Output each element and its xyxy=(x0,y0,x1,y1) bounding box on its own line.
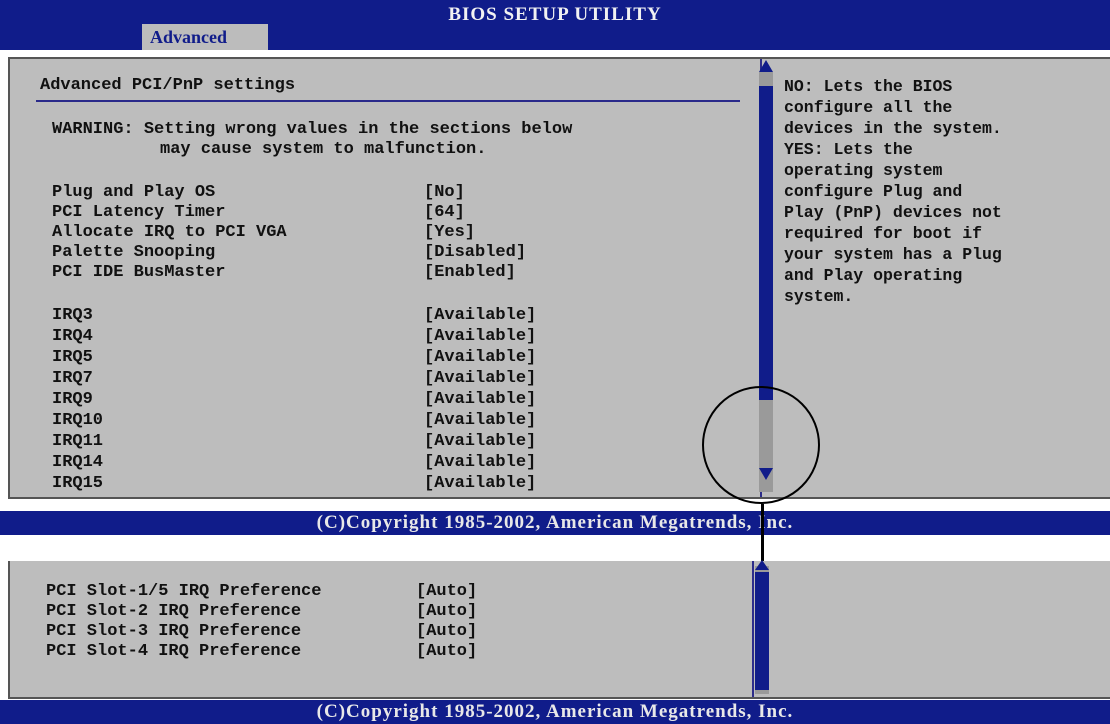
copyright-bar: (C)Copyright 1985-2002, American Megatre… xyxy=(0,511,1110,535)
scrollbar-thumb[interactable] xyxy=(759,86,773,400)
irq-label: IRQ4 xyxy=(52,327,93,346)
setting-row-allocate-irq-vga[interactable]: Allocate IRQ to PCI VGA [Yes] xyxy=(52,223,572,243)
irq-row-irq10[interactable]: IRQ10 [Available] xyxy=(52,411,572,431)
irq-value[interactable]: [Available] xyxy=(424,453,536,473)
slot-pref-value[interactable]: [Auto] xyxy=(416,622,477,642)
setting-label: PCI Latency Timer xyxy=(52,203,226,222)
irq-label: IRQ11 xyxy=(52,432,104,451)
slot-pref-row-4[interactable]: PCI Slot-4 IRQ Preference [Auto] xyxy=(46,642,546,662)
irq-value[interactable]: [Available] xyxy=(424,369,536,389)
irq-label: IRQ5 xyxy=(52,348,93,367)
setting-row-palette-snooping[interactable]: Palette Snooping [Disabled] xyxy=(52,243,572,263)
irq-value[interactable]: [Available] xyxy=(424,390,536,410)
irq-label: IRQ9 xyxy=(52,390,93,409)
irq-row-irq5[interactable]: IRQ5 [Available] xyxy=(52,348,572,368)
tab-advanced[interactable]: Advanced xyxy=(142,24,268,50)
slot-pref-row-2[interactable]: PCI Slot-2 IRQ Preference [Auto] xyxy=(46,602,546,622)
setting-label: Palette Snooping xyxy=(52,243,216,262)
slot-pref-label: PCI Slot-4 IRQ Preference xyxy=(46,642,302,661)
title-bar: BIOS SETUP UTILITY Advanced xyxy=(0,0,1110,50)
irq-row-irq15[interactable]: IRQ15 [Available] xyxy=(52,474,572,494)
irq-label: IRQ14 xyxy=(52,453,104,472)
scroll-up-arrow-icon[interactable] xyxy=(755,560,769,570)
irq-value[interactable]: [Available] xyxy=(424,327,536,347)
irq-row-irq7[interactable]: IRQ7 [Available] xyxy=(52,369,572,389)
irq-label: IRQ7 xyxy=(52,369,93,388)
irq-value[interactable]: [Available] xyxy=(424,306,536,326)
setting-row-pci-latency-timer[interactable]: PCI Latency Timer [64] xyxy=(52,203,572,223)
setting-value[interactable]: [Disabled] xyxy=(424,243,526,263)
irq-value[interactable]: [Available] xyxy=(424,432,536,452)
warning-text-line1: WARNING: Setting wrong values in the sec… xyxy=(52,120,573,139)
setting-label: PCI IDE BusMaster xyxy=(52,263,226,282)
copyright-text: (C)Copyright 1985-2002, American Megatre… xyxy=(316,512,794,533)
irq-label: IRQ10 xyxy=(52,411,104,430)
callout-line xyxy=(761,504,764,564)
irq-row-irq14[interactable]: IRQ14 [Available] xyxy=(52,453,572,473)
setting-value[interactable]: [64] xyxy=(424,203,465,223)
page-title: Advanced PCI/PnP settings xyxy=(40,76,296,95)
heading-divider xyxy=(36,100,740,102)
setting-label: Allocate IRQ to PCI VGA xyxy=(52,223,287,242)
warning-text-line2: may cause system to malfunction. xyxy=(160,140,487,159)
irq-value[interactable]: [Available] xyxy=(424,348,536,368)
setting-label: Plug and Play OS xyxy=(52,183,216,202)
setting-value[interactable]: [No] xyxy=(424,183,465,203)
irq-label: IRQ15 xyxy=(52,474,104,493)
scroll-up-arrow-icon[interactable] xyxy=(759,60,773,72)
app-title: BIOS SETUP UTILITY xyxy=(448,4,662,25)
callout-circle xyxy=(702,386,820,504)
irq-row-irq3[interactable]: IRQ3 [Available] xyxy=(52,306,572,326)
setting-value[interactable]: [Yes] xyxy=(424,223,475,243)
slot-pref-row-3[interactable]: PCI Slot-3 IRQ Preference [Auto] xyxy=(46,622,546,642)
irq-label: IRQ3 xyxy=(52,306,93,325)
irq-row-irq4[interactable]: IRQ4 [Available] xyxy=(52,327,572,347)
scrollbar-thumb[interactable] xyxy=(755,572,769,690)
slot-pref-label: PCI Slot-1/5 IRQ Preference xyxy=(46,582,322,601)
slot-pref-row-1-5[interactable]: PCI Slot-1/5 IRQ Preference [Auto] xyxy=(46,582,546,602)
irq-value[interactable]: [Available] xyxy=(424,474,536,494)
help-text: NO: Lets the BIOS configure all the devi… xyxy=(784,77,1002,306)
panel-divider xyxy=(752,561,754,697)
setting-value[interactable]: [Enabled] xyxy=(424,263,516,283)
slot-pref-value[interactable]: [Auto] xyxy=(416,642,477,662)
irq-row-irq9[interactable]: IRQ9 [Available] xyxy=(52,390,572,410)
setting-row-plug-and-play-os[interactable]: Plug and Play OS [No] xyxy=(52,183,572,203)
irq-value[interactable]: [Available] xyxy=(424,411,536,431)
irq-row-irq11[interactable]: IRQ11 [Available] xyxy=(52,432,572,452)
slot-pref-value[interactable]: [Auto] xyxy=(416,602,477,622)
copyright-bar: (C)Copyright 1985-2002, American Megatre… xyxy=(0,700,1110,724)
copyright-text: (C)Copyright 1985-2002, American Megatre… xyxy=(316,701,794,722)
slot-pref-value[interactable]: [Auto] xyxy=(416,582,477,602)
setting-row-pci-ide-busmaster[interactable]: PCI IDE BusMaster [Enabled] xyxy=(52,263,572,283)
slot-pref-label: PCI Slot-3 IRQ Preference xyxy=(46,622,302,641)
slot-pref-label: PCI Slot-2 IRQ Preference xyxy=(46,602,302,621)
